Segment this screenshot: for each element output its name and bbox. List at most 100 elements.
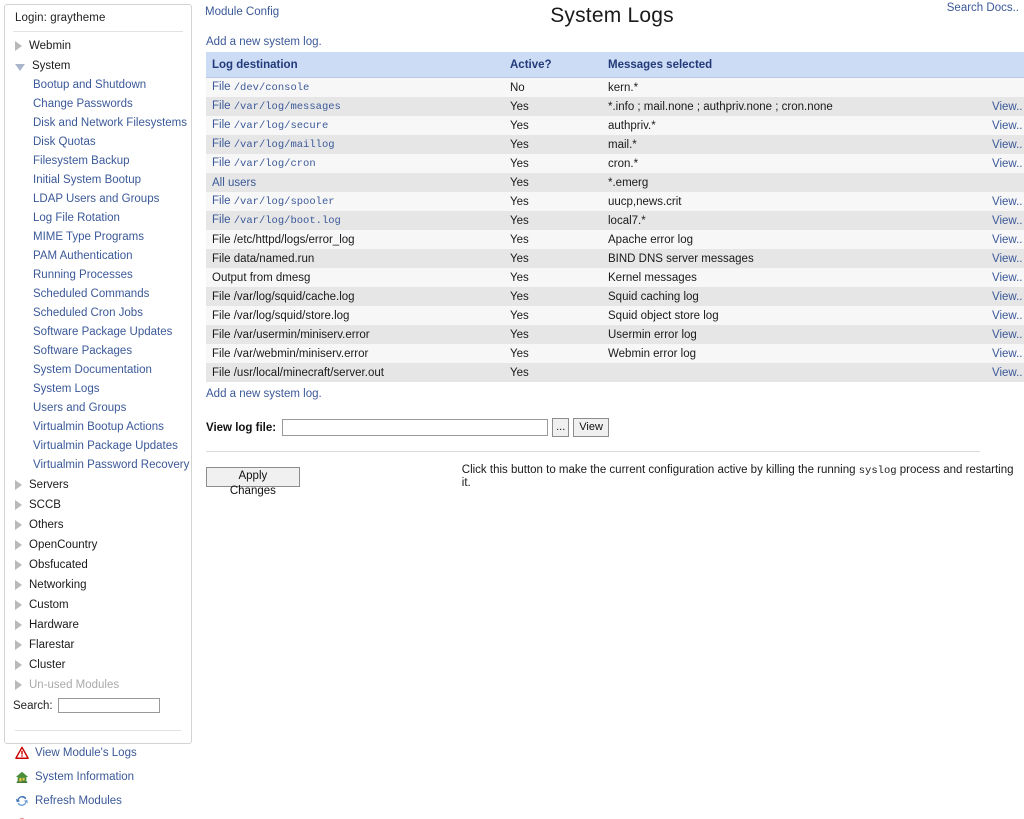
sidebar-category-opencountry[interactable]: OpenCountry [5, 535, 191, 555]
sidebar-footer-refresh-modules[interactable]: Refresh Modules [5, 789, 191, 813]
sidebar-item-virtualmin-package-updates[interactable]: Virtualmin Package Updates [5, 437, 191, 456]
view-log-button[interactable]: View [573, 418, 609, 437]
sidebar-item-system-documentation[interactable]: System Documentation [5, 361, 191, 380]
sidebar-category-others[interactable]: Others [5, 515, 191, 535]
log-destination-path[interactable]: /var/log/maillog [234, 139, 335, 151]
sidebar-category-un-used-modules[interactable]: Un-used Modules [5, 675, 191, 695]
view-log-link[interactable]: View.. [992, 367, 1022, 379]
cell-active-status: Yes [504, 249, 602, 268]
sidebar-item-virtualmin-bootup-actions[interactable]: Virtualmin Bootup Actions [5, 418, 191, 437]
sidebar-item-pam-authentication[interactable]: PAM Authentication [5, 247, 191, 266]
sidebar-item-virtualmin-password-recovery[interactable]: Virtualmin Password Recovery [5, 456, 191, 475]
view-log-link[interactable]: View.. [992, 139, 1022, 151]
sidebar-item-ldap-users-and-groups[interactable]: LDAP Users and Groups [5, 190, 191, 209]
log-destination-path: /var/webmin/miniserv.error [234, 348, 369, 360]
sidebar-item-mime-type-programs[interactable]: MIME Type Programs [5, 228, 191, 247]
cell-messages-selected: *.emerg [602, 173, 986, 192]
table-row: File data/named.runYesBIND DNS server me… [206, 249, 1024, 268]
log-destination-path[interactable]: /var/log/messages [234, 101, 341, 113]
view-log-link[interactable]: View.. [992, 310, 1022, 322]
sidebar-footer-label: Refresh Modules [35, 795, 122, 807]
cell-log-destination: File /var/log/cron [206, 154, 504, 173]
sidebar-item-running-processes[interactable]: Running Processes [5, 266, 191, 285]
view-log-link[interactable]: View.. [992, 158, 1022, 170]
sidebar-item-filesystem-backup[interactable]: Filesystem Backup [5, 152, 191, 171]
sidebar-category-cluster[interactable]: Cluster [5, 655, 191, 675]
sidebar-category-hardware[interactable]: Hardware [5, 615, 191, 635]
sidebar-category-custom[interactable]: Custom [5, 595, 191, 615]
view-log-link[interactable]: View.. [992, 291, 1022, 303]
apply-changes-note: Click this button to make the current co… [462, 464, 1024, 489]
table-row: File /var/usermin/miniserv.errorYesUserm… [206, 325, 1024, 344]
cell-log-destination: File /var/log/boot.log [206, 211, 504, 230]
cell-view: View.. [986, 249, 1024, 268]
cell-messages-selected: BIND DNS server messages [602, 249, 986, 268]
sidebar-item-disk-and-network-filesystems[interactable]: Disk and Network Filesystems [5, 114, 191, 133]
add-system-log-link-bottom[interactable]: Add a new system log. [206, 388, 322, 400]
log-destination-path[interactable]: /var/log/boot.log [234, 215, 341, 227]
apply-changes-button[interactable]: Apply Changes [206, 467, 300, 487]
cell-log-destination: File /var/log/squid/cache.log [206, 287, 504, 306]
sidebar-footer-view-module-s-logs[interactable]: View Module's Logs [5, 741, 191, 765]
sidebar-item-system-logs[interactable]: System Logs [5, 380, 191, 399]
sidebar-item-disk-quotas[interactable]: Disk Quotas [5, 133, 191, 152]
sidebar-item-scheduled-commands[interactable]: Scheduled Commands [5, 285, 191, 304]
cell-messages-selected: authpriv.* [602, 116, 986, 135]
sidebar-category-label: System [32, 60, 70, 72]
sidebar-item-change-passwords[interactable]: Change Passwords [5, 95, 191, 114]
log-destination-prefix[interactable]: File [212, 214, 231, 226]
view-log-link[interactable]: View.. [992, 234, 1022, 246]
sidebar-item-log-file-rotation[interactable]: Log File Rotation [5, 209, 191, 228]
log-destination-path: /var/log/squid/store.log [234, 310, 350, 322]
view-log-link[interactable]: View.. [992, 253, 1022, 265]
log-destination-path[interactable]: /dev/console [234, 82, 310, 94]
view-log-link[interactable]: View.. [992, 101, 1022, 113]
sidebar-item-software-package-updates[interactable]: Software Package Updates [5, 323, 191, 342]
cell-log-destination: Output from dmesg [206, 268, 504, 287]
view-log-link[interactable]: View.. [992, 272, 1022, 284]
page-root: Login: graytheme WebminSystemBootup and … [0, 0, 1024, 819]
cell-view: View.. [986, 135, 1024, 154]
view-log-link[interactable]: View.. [992, 215, 1022, 227]
add-system-log-link-top[interactable]: Add a new system log. [206, 36, 322, 48]
log-destination-prefix[interactable]: File [212, 100, 231, 112]
view-log-file-input[interactable] [282, 419, 548, 436]
sidebar-category-system[interactable]: System [5, 56, 191, 76]
sidebar-item-software-packages[interactable]: Software Packages [5, 342, 191, 361]
view-log-link[interactable]: View.. [992, 329, 1022, 341]
sidebar-search-input[interactable] [58, 698, 160, 713]
log-destination-prefix[interactable]: File [212, 195, 231, 207]
log-destination-prefix: File [212, 310, 231, 322]
sidebar-category-obsfucated[interactable]: Obsfucated [5, 555, 191, 575]
cell-messages-selected: local7.* [602, 211, 986, 230]
sidebar-item-scheduled-cron-jobs[interactable]: Scheduled Cron Jobs [5, 304, 191, 323]
view-log-link[interactable]: View.. [992, 348, 1022, 360]
col-header-active: Active? [504, 52, 602, 78]
log-destination-prefix[interactable]: File [212, 81, 231, 93]
search-docs-link[interactable]: Search Docs.. [947, 2, 1019, 14]
log-destination-prefix[interactable]: File [212, 157, 231, 169]
cell-messages-selected: Webmin error log [602, 344, 986, 363]
sidebar-category-networking[interactable]: Networking [5, 575, 191, 595]
sidebar-search-row: Search: [5, 695, 191, 716]
log-destination-path[interactable]: /var/log/spooler [234, 196, 335, 208]
log-destination-path[interactable]: /var/log/cron [234, 158, 316, 170]
sidebar-category-sccb[interactable]: SCCB [5, 495, 191, 515]
sidebar-item-users-and-groups[interactable]: Users and Groups [5, 399, 191, 418]
sidebar-footer-system-information[interactable]: System Information [5, 765, 191, 789]
sidebar-category-flarestar[interactable]: Flarestar [5, 635, 191, 655]
view-log-link[interactable]: View.. [992, 120, 1022, 132]
log-destination-path[interactable]: /var/log/secure [234, 120, 329, 132]
module-config-link[interactable]: Module Config [205, 6, 279, 18]
chevron-right-icon [15, 620, 22, 630]
sidebar-footer-logout[interactable]: Logout [5, 813, 191, 819]
sidebar-item-bootup-and-shutdown[interactable]: Bootup and Shutdown [5, 76, 191, 95]
log-destination-prefix[interactable]: File [212, 138, 231, 150]
sidebar-category-servers[interactable]: Servers [5, 475, 191, 495]
log-destination-prefix[interactable]: File [212, 119, 231, 131]
view-log-link[interactable]: View.. [992, 196, 1022, 208]
log-destination-prefix[interactable]: All users [212, 177, 256, 189]
sidebar-item-initial-system-bootup[interactable]: Initial System Bootup [5, 171, 191, 190]
sidebar-category-webmin[interactable]: Webmin [5, 36, 191, 56]
browse-file-button[interactable]: ... [552, 418, 569, 437]
